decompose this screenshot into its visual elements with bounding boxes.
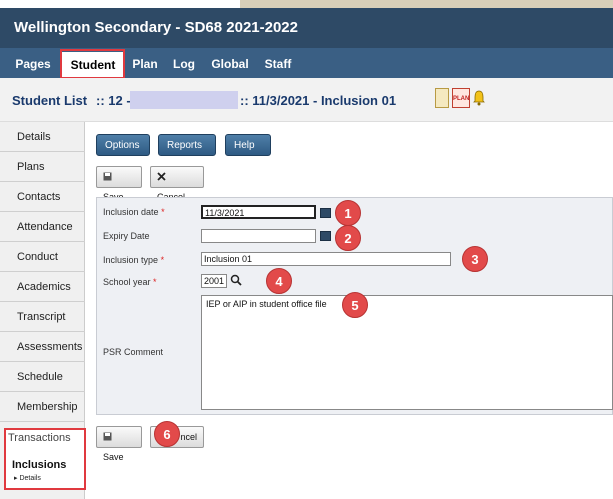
school-year-field[interactable]: 2001 — [201, 274, 227, 288]
calendar-icon[interactable] — [320, 208, 331, 218]
tab-staff[interactable]: Staff — [258, 53, 298, 75]
app-header: Wellington Secondary - SD68 2021-2022 — [0, 8, 613, 48]
tab-pages[interactable]: Pages — [8, 53, 58, 75]
sidebar-item-conduct[interactable]: Conduct — [0, 242, 85, 272]
callout-badge-5: 5 — [342, 292, 368, 318]
search-icon[interactable] — [230, 274, 242, 286]
breadcrumb-grade: :: 12 - — [96, 93, 131, 108]
student-tab-highlight — [60, 49, 125, 79]
callout-badge-6: 6 — [154, 421, 180, 447]
sidebar-item-inclusions[interactable]: Inclusions — [12, 459, 66, 471]
sidebar-subitem-details[interactable]: ▸ Details — [14, 474, 41, 482]
help-menu-button[interactable]: Help ▾ — [225, 134, 271, 173]
sidebar-item-schedule[interactable]: Schedule — [0, 362, 85, 392]
sidebar-item-plans[interactable]: Plans — [0, 152, 85, 182]
student-list-link[interactable]: Student List — [12, 93, 87, 108]
bell-icon[interactable] — [473, 90, 485, 106]
save-button-top[interactable]: Save — [96, 166, 142, 202]
cancel-button-top[interactable]: Cancel — [150, 166, 204, 202]
sidebar-item-transcript[interactable]: Transcript — [0, 302, 85, 332]
callout-badge-4: 4 — [266, 268, 292, 294]
sidebar-item-academics[interactable]: Academics — [0, 272, 85, 302]
callout-badge-3: 3 — [462, 246, 488, 272]
save-label: Save — [103, 452, 124, 462]
breadcrumb-record: :: 11/3/2021 - Inclusion 01 — [240, 93, 397, 108]
expiry-date-field[interactable] — [201, 229, 316, 243]
callout-badge-1: 1 — [335, 200, 361, 226]
app-title: Wellington Secondary - SD68 2021-2022 — [14, 19, 298, 36]
redacted-student-name — [130, 91, 238, 109]
save-button-bottom[interactable]: Save — [96, 426, 142, 462]
cancel-label-partial: ncel — [180, 432, 197, 442]
sidebar-item-attendance[interactable]: Attendance — [0, 212, 85, 242]
top-strip — [0, 0, 613, 8]
expiry-date-label: Expiry Date — [103, 231, 150, 241]
inclusion-date-label: Inclusion date * — [103, 207, 165, 217]
plan-icon[interactable]: PLAN — [452, 88, 470, 108]
sidebar-item-transactions[interactable]: Transactions — [8, 432, 71, 444]
inclusion-type-field[interactable]: Inclusion 01 — [201, 252, 451, 266]
sidebar-transactions-highlight: Transactions Inclusions ▸ Details — [4, 428, 86, 490]
tab-plan[interactable]: Plan — [128, 53, 162, 75]
top-strip-accent — [240, 0, 613, 8]
sidebar-item-details[interactable]: Details — [0, 122, 85, 152]
tab-global[interactable]: Global — [206, 53, 254, 75]
reports-menu-button[interactable]: Reports ▾ — [158, 134, 216, 173]
options-menu-button[interactable]: Options ▾ — [96, 134, 150, 173]
save-icon — [103, 172, 112, 181]
document-icon[interactable] — [435, 88, 449, 108]
inclusion-type-label: Inclusion type * — [103, 255, 165, 265]
psr-comment-field[interactable]: IEP or AIP in student office file — [201, 295, 613, 410]
breadcrumb: Student List :: 12 - :: 11/3/2021 - Incl… — [0, 78, 613, 122]
callout-badge-2: 2 — [335, 225, 361, 251]
sidebar-item-contacts[interactable]: Contacts — [0, 182, 85, 212]
sidebar-item-assessments[interactable]: Assessments — [0, 332, 85, 362]
sidebar-item-membership[interactable]: Membership — [0, 392, 85, 422]
save-icon — [103, 432, 112, 441]
inclusion-date-field[interactable]: 11/3/2021 — [201, 205, 316, 219]
tab-log[interactable]: Log — [166, 53, 202, 75]
calendar-icon[interactable] — [320, 231, 331, 241]
school-year-label: School year * — [103, 277, 157, 287]
psr-comment-label: PSR Comment — [103, 347, 164, 357]
cancel-icon — [157, 172, 166, 181]
